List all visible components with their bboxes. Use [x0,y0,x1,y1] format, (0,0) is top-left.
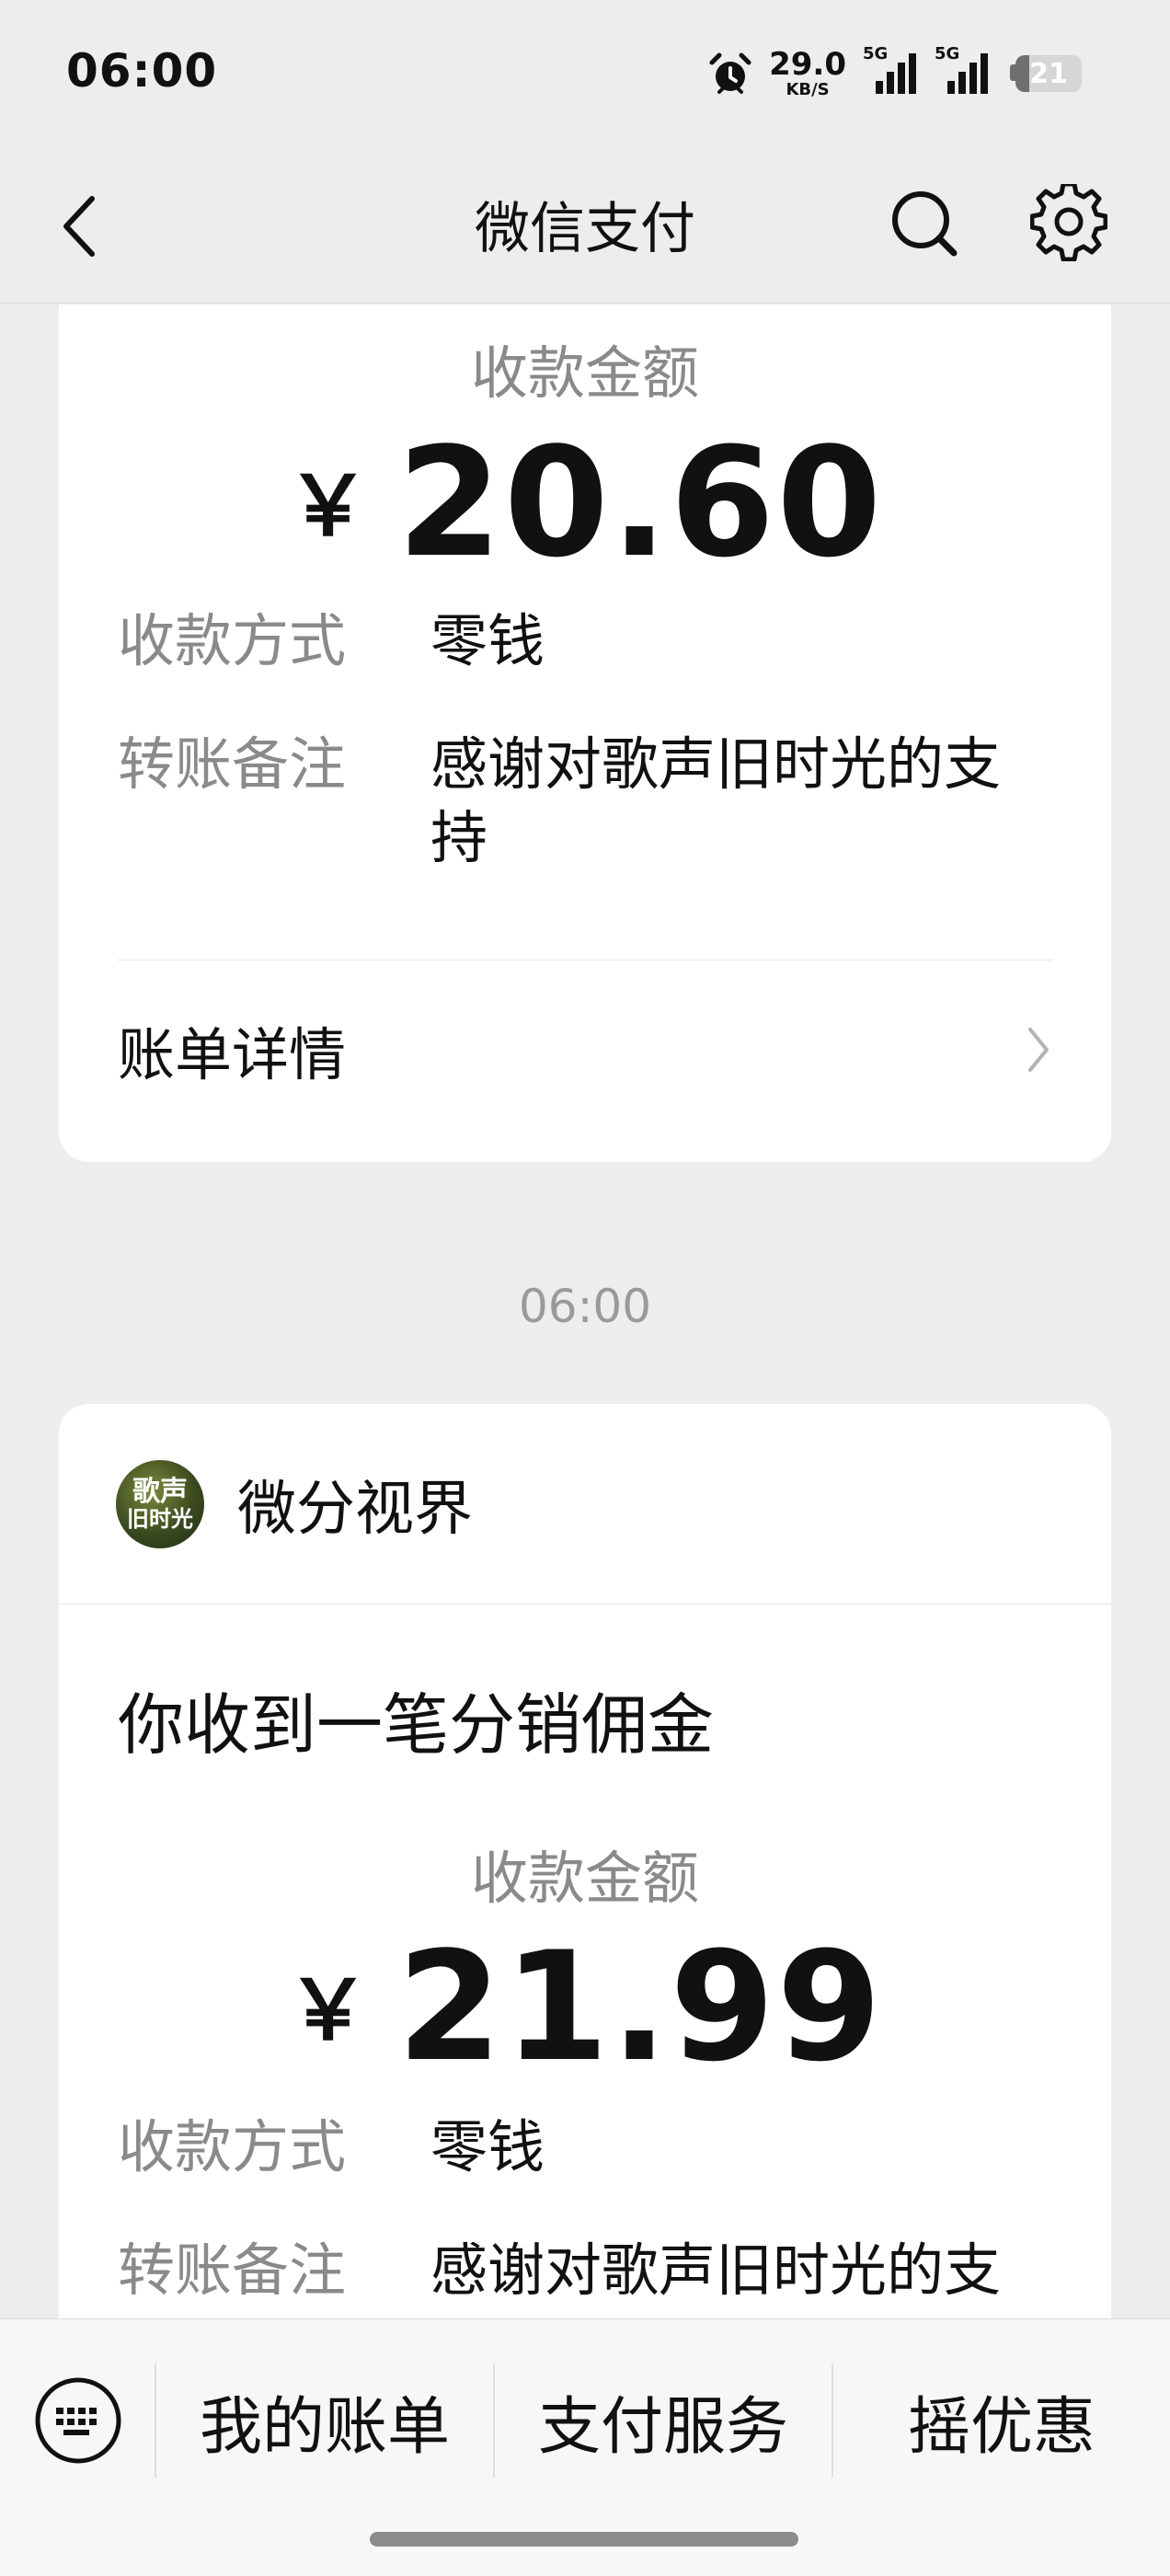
transfer-note-row: 转账备注 感谢对歌声旧时光的支持 [118,728,1052,875]
amount: ￥ 21.99 [59,1919,1111,2095]
gear-icon [1030,184,1107,261]
transfer-note-value: 感谢对歌声旧时光的支持 [430,730,1002,871]
tab-my-bills[interactable]: 我的账单 [156,2370,493,2471]
signal-label: 5G [935,44,960,63]
bill-detail-link[interactable]: 账单详情 [118,995,1052,1105]
battery-icon: 21 [1010,53,1085,94]
home-indicator[interactable] [370,2532,798,2547]
currency-symbol: ￥ [286,458,370,555]
avatar: 歌声 旧时光 [116,1459,204,1548]
keyboard-button[interactable] [28,2370,129,2471]
net-speed-value: 29.0 [769,46,846,83]
search-icon [892,191,958,257]
tab-shake-deals[interactable]: 摇优惠 [833,2370,1170,2471]
payment-method-key: 收款方式 [118,2113,347,2180]
payment-method-row: 收款方式 零钱 [118,2110,1052,2184]
battery-level: 21 [1029,57,1068,90]
avatar-text: 旧时光 [127,1505,193,1532]
message-list[interactable]: 收款金额 ￥ 20.60 收款方式 零钱 转账备注 感谢对歌声旧时光的支持 账单… [0,305,1170,2319]
notice-title: 你收到一笔分销佣金 [118,1686,715,1764]
settings-button[interactable] [1027,180,1111,265]
amount-value: 21.99 [396,1919,884,2095]
currency-symbol: ￥ [286,1962,370,2059]
amount-value: 20.60 [396,415,884,591]
amount: ￥ 20.60 [59,415,1111,591]
merchant-name: 微分视界 [237,1475,473,1544]
payment-card: 收款金额 ￥ 20.60 收款方式 零钱 转账备注 感谢对歌声旧时光的支持 账单… [59,305,1111,1162]
payment-method-row: 收款方式 零钱 [118,604,1052,678]
amount-label: 收款金额 [470,1845,699,1912]
chevron-right-icon [1028,1028,1049,1072]
search-button[interactable] [883,182,966,265]
signal-icon: 5G [935,44,993,98]
amount-label: 收款金额 [470,339,699,407]
bill-detail-label: 账单详情 [118,1021,347,1088]
signal-label: 5G [863,44,889,63]
keyboard-icon [35,2377,121,2464]
net-speed: 29.0 KB/S [769,49,846,98]
payment-card: 歌声 旧时光 微分视界 你收到一笔分销佣金 收款金额 ￥ 21.99 收款方式 … [59,1404,1111,2319]
status-time: 06:00 [66,44,218,98]
transfer-note-row: 转账备注 感谢对歌声旧时光的支 [118,2234,1052,2307]
payment-method-key: 收款方式 [118,607,347,674]
transfer-note-value: 感谢对歌声旧时光的支 [430,2237,1002,2304]
merchant-header[interactable]: 歌声 旧时光 微分视界 [59,1404,1111,1604]
status-icons: 29.0 KB/S 5G 5G 21 [706,44,1085,101]
payment-method-value: 零钱 [430,2113,545,2180]
tab-payment-services[interactable]: 支付服务 [495,2370,832,2471]
nav-bar: 微信支付 [0,147,1170,304]
status-bar: 06:00 29.0 KB/S 5G 5G 21 [0,0,1170,147]
alarm-icon [706,50,754,98]
page-title: 微信支付 [475,197,695,261]
payment-method-value: 零钱 [430,607,545,674]
signal-icon: 5G [863,44,922,98]
transfer-note-key: 转账备注 [118,730,347,798]
avatar-text: 歌声 [132,1475,188,1508]
transfer-note-key: 转账备注 [118,2237,347,2304]
net-speed-unit: KB/S [786,80,830,99]
message-timestamp: 06:00 [518,1280,652,1333]
